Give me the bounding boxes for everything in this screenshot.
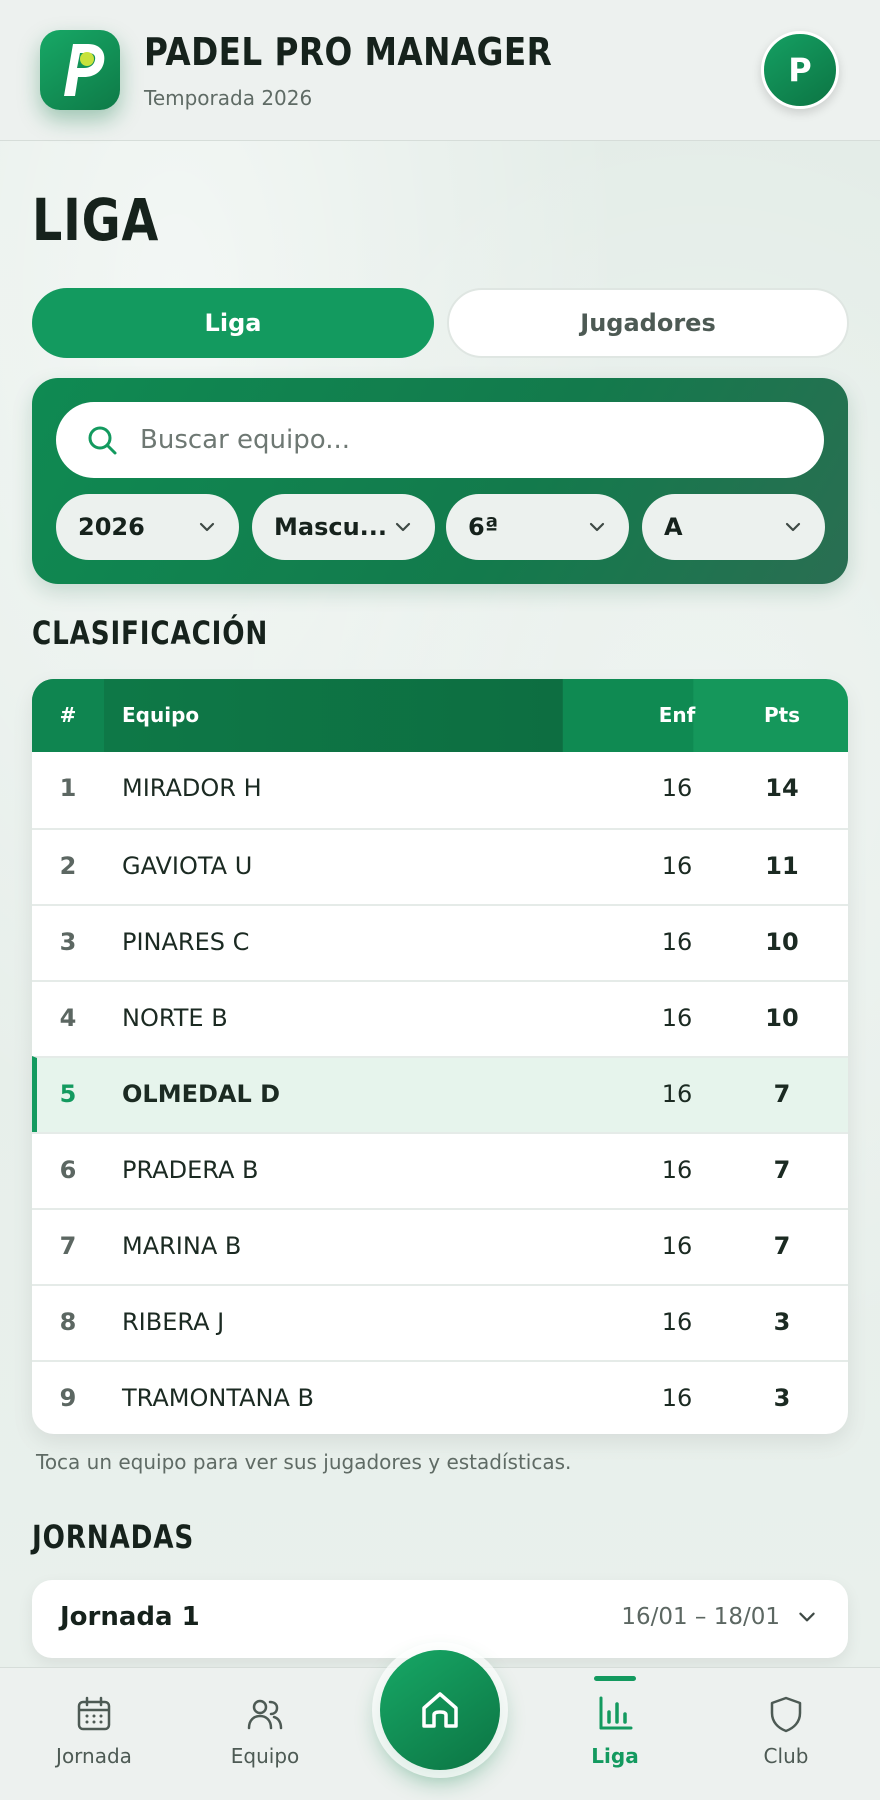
row-team: MARINA B bbox=[122, 1232, 242, 1260]
bar-chart-icon bbox=[599, 1696, 633, 1730]
year-select[interactable]: 2026 bbox=[56, 494, 239, 560]
page-title: LIGA bbox=[32, 186, 160, 254]
jornada-card[interactable]: Jornada 1 16/01 – 18/01 bbox=[32, 1580, 848, 1658]
standings-hint: Toca un equipo para ver sus jugadores y … bbox=[36, 1450, 572, 1474]
table-row[interactable]: 4 NORTE B 16 10 bbox=[32, 980, 848, 1056]
row-pts: 7 bbox=[773, 1232, 791, 1260]
row-pts: 3 bbox=[773, 1384, 791, 1412]
calendar-icon bbox=[77, 1696, 111, 1731]
nav-item-jornada[interactable]: Jornada bbox=[24, 1668, 164, 1800]
category-select-value: Mascu... bbox=[274, 513, 388, 541]
row-rank: 1 bbox=[59, 774, 77, 802]
header-team: Equipo bbox=[122, 703, 200, 727]
standings-title: CLASIFICACIÓN bbox=[32, 614, 269, 652]
avatar[interactable]: P bbox=[761, 31, 839, 109]
season-subtitle: Temporada 2026 bbox=[144, 86, 313, 110]
users-icon bbox=[247, 1699, 283, 1730]
nav-label-liga: Liga bbox=[591, 1744, 639, 1768]
nav-label-equipo: Equipo bbox=[230, 1744, 300, 1768]
row-pts: 7 bbox=[773, 1080, 791, 1108]
row-team: OLMEDAL D bbox=[122, 1080, 281, 1108]
table-row-highlighted[interactable]: 5 OLMEDAL D 16 7 bbox=[32, 1056, 848, 1132]
row-team: GAVIOTA U bbox=[122, 852, 253, 880]
table-header: # Equipo Enf Pts bbox=[32, 679, 848, 752]
chevron-down-icon bbox=[199, 522, 215, 532]
chevron-down-icon bbox=[785, 522, 801, 532]
row-pts: 10 bbox=[765, 928, 799, 956]
search-input[interactable] bbox=[140, 416, 790, 464]
row-team: TRAMONTANA B bbox=[122, 1384, 315, 1412]
chevron-down-icon bbox=[799, 1612, 815, 1622]
chevron-down-icon bbox=[589, 522, 605, 532]
home-button[interactable] bbox=[380, 1650, 500, 1770]
search-icon bbox=[88, 426, 117, 455]
table-row[interactable]: 6 PRADERA B 16 7 bbox=[32, 1132, 848, 1208]
header-pts: Pts bbox=[763, 703, 801, 727]
app-header: PADEL PRO MANAGER Temporada 2026 P bbox=[0, 0, 880, 141]
row-rank: 5 bbox=[59, 1080, 77, 1108]
row-team: NORTE B bbox=[122, 1004, 228, 1032]
row-rank: 9 bbox=[59, 1384, 77, 1412]
app-title: PADEL PRO MANAGER bbox=[144, 30, 553, 74]
jornada-title: Jornada 1 bbox=[60, 1602, 200, 1632]
row-rank: 6 bbox=[59, 1156, 77, 1184]
table-row[interactable]: 1 MIRADOR H 16 14 bbox=[32, 752, 848, 828]
row-pts: 7 bbox=[773, 1156, 791, 1184]
row-pts: 11 bbox=[765, 852, 799, 880]
table-row[interactable]: 7 MARINA B 16 7 bbox=[32, 1208, 848, 1284]
division-select[interactable]: 6ª bbox=[446, 494, 629, 560]
division-select-value: 6ª bbox=[468, 513, 499, 541]
row-pts: 3 bbox=[773, 1308, 791, 1336]
nav-item-club[interactable]: Club bbox=[716, 1668, 856, 1800]
standings-table: # Equipo Enf Pts 1 MIRADOR H 16 14 2 GAV… bbox=[32, 679, 848, 1434]
group-select-value: A bbox=[664, 513, 683, 541]
row-team: PRADERA B bbox=[122, 1156, 259, 1184]
row-team: PINARES C bbox=[122, 928, 250, 956]
header-rank: # bbox=[59, 703, 77, 727]
table-row[interactable]: 8 RIBERA J 16 3 bbox=[32, 1284, 848, 1360]
nav-item-equipo[interactable]: Equipo bbox=[195, 1668, 335, 1800]
jornadas-title: JORNADAS bbox=[32, 1518, 195, 1556]
row-pts: 10 bbox=[765, 1004, 799, 1032]
row-rank: 8 bbox=[59, 1308, 77, 1336]
table-row[interactable]: 9 TRAMONTANA B 16 3 bbox=[32, 1360, 848, 1434]
nav-label-club: Club bbox=[763, 1744, 809, 1768]
row-rank: 3 bbox=[59, 928, 77, 956]
jornada-dates: 16/01 – 18/01 bbox=[621, 1604, 780, 1630]
group-select[interactable]: A bbox=[642, 494, 825, 560]
active-indicator bbox=[594, 1676, 636, 1681]
shield-icon bbox=[770, 1696, 802, 1733]
row-team: RIBERA J bbox=[122, 1308, 225, 1336]
filter-panel: 2026 Mascu... 6ª A bbox=[32, 378, 848, 584]
row-rank: 2 bbox=[59, 852, 77, 880]
nav-item-liga[interactable]: Liga bbox=[545, 1668, 685, 1800]
row-rank: 4 bbox=[59, 1004, 77, 1032]
row-team: MIRADOR H bbox=[122, 774, 262, 802]
tab-liga[interactable]: Liga bbox=[32, 288, 434, 358]
category-select[interactable]: Mascu... bbox=[252, 494, 435, 560]
tab-jugadores[interactable]: Jugadores bbox=[447, 288, 849, 358]
year-select-value: 2026 bbox=[78, 513, 145, 541]
home-icon bbox=[422, 1692, 458, 1728]
app-logo[interactable] bbox=[40, 30, 120, 110]
padel-logo-icon bbox=[64, 44, 105, 96]
nav-label-jornada: Jornada bbox=[56, 1744, 132, 1768]
row-rank: 7 bbox=[59, 1232, 77, 1260]
table-row[interactable]: 2 GAVIOTA U 16 11 bbox=[32, 828, 848, 904]
table-row[interactable]: 3 PINARES C 16 10 bbox=[32, 904, 848, 980]
row-pts: 14 bbox=[765, 774, 799, 802]
search-box[interactable] bbox=[56, 402, 824, 478]
chevron-down-icon bbox=[395, 522, 411, 532]
